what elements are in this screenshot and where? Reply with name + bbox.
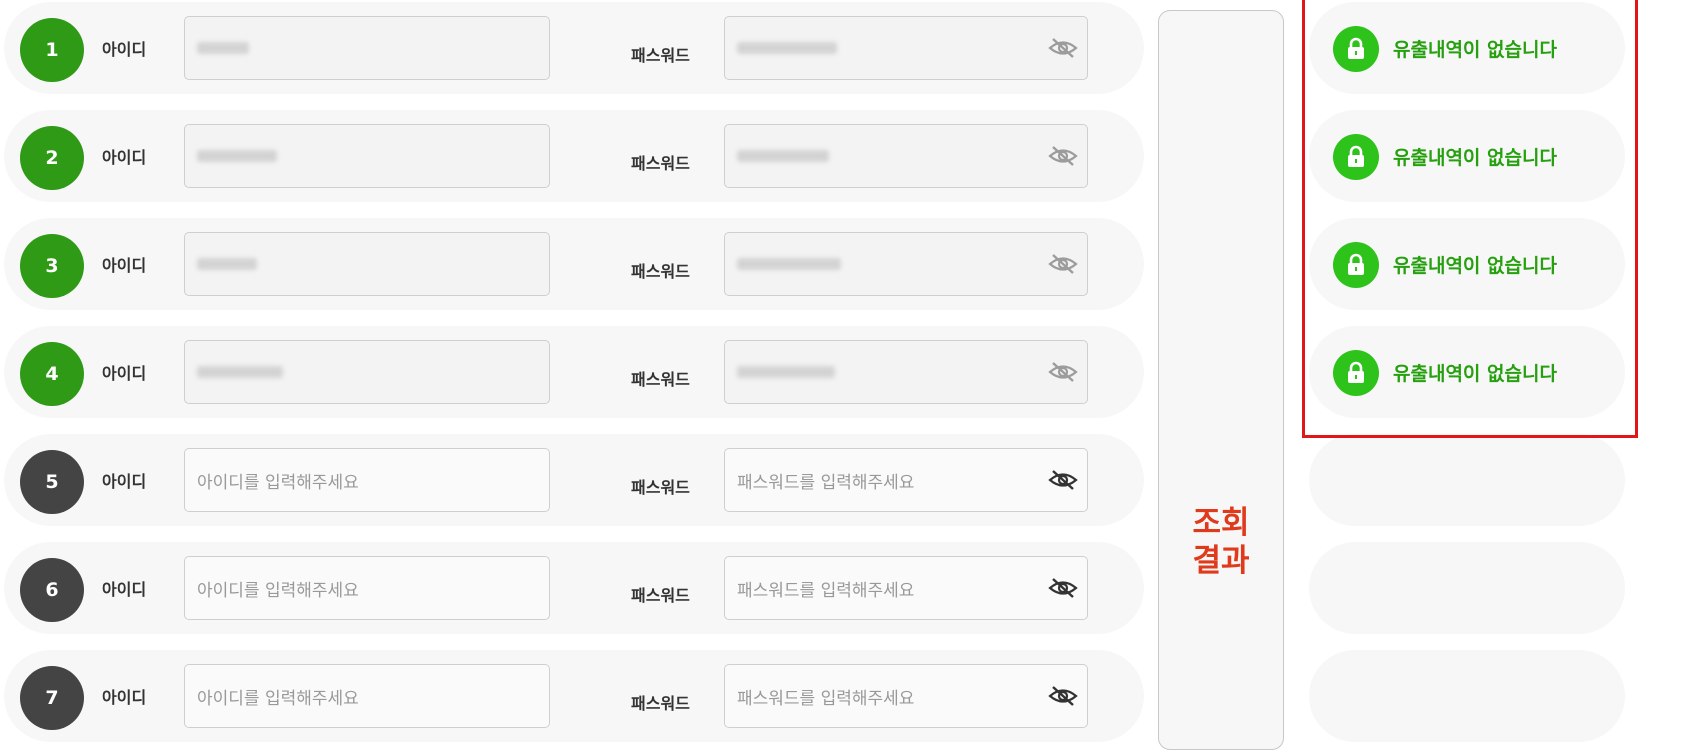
eye-slash-icon[interactable] <box>1046 576 1080 600</box>
result-pill: 유출내역이 없습니다 <box>1309 2 1625 94</box>
result-pill-empty <box>1309 434 1625 526</box>
id-input[interactable]: 아이디를 입력해주세요 <box>184 556 550 620</box>
password-label: 패스워드 <box>631 370 690 389</box>
row-number-badge: 4 <box>20 342 84 406</box>
result-text: 유출내역이 없습니다 <box>1393 147 1557 169</box>
id-input[interactable] <box>184 16 550 80</box>
password-input[interactable]: 패스워드를 입력해주세요 <box>724 556 1088 620</box>
password-input[interactable] <box>724 232 1088 296</box>
result-text: 유출내역이 없습니다 <box>1393 363 1557 385</box>
password-label: 패스워드 <box>631 154 690 173</box>
password-input[interactable]: 패스워드를 입력해주세요 <box>724 664 1088 728</box>
row-number-badge: 2 <box>20 126 84 190</box>
id-label: 아이디 <box>102 580 147 599</box>
id-label: 아이디 <box>102 688 147 707</box>
password-label: 패스워드 <box>631 694 690 713</box>
result-pill-empty <box>1309 542 1625 634</box>
account-row: 7 아이디 아이디를 입력해주세요 패스워드 패스워드를 입력해주세요 <box>4 650 1144 742</box>
row-number-badge: 5 <box>20 450 84 514</box>
password-input[interactable] <box>724 124 1088 188</box>
password-label: 패스워드 <box>631 586 690 605</box>
lock-icon <box>1333 242 1379 288</box>
result-pill-empty <box>1309 650 1625 742</box>
eye-slash-icon[interactable] <box>1046 252 1080 276</box>
account-row: 3 아이디 패스워드 <box>4 218 1144 310</box>
result-pill: 유출내역이 없습니다 <box>1309 110 1625 202</box>
result-pill: 유출내역이 없습니다 <box>1309 218 1625 310</box>
view-results-button[interactable]: 조회 결과 <box>1158 10 1284 750</box>
result-text: 유출내역이 없습니다 <box>1393 39 1557 61</box>
id-input[interactable] <box>184 232 550 296</box>
id-input[interactable]: 아이디를 입력해주세요 <box>184 448 550 512</box>
account-row: 1 아이디 패스워드 <box>4 2 1144 94</box>
eye-slash-icon[interactable] <box>1046 360 1080 384</box>
password-label: 패스워드 <box>631 262 690 281</box>
result-text: 유출내역이 없습니다 <box>1393 255 1557 277</box>
id-input[interactable] <box>184 124 550 188</box>
row-number-badge: 7 <box>20 666 84 730</box>
eye-slash-icon[interactable] <box>1046 144 1080 168</box>
eye-slash-icon[interactable] <box>1046 468 1080 492</box>
eye-slash-icon[interactable] <box>1046 684 1080 708</box>
password-input[interactable]: 패스워드를 입력해주세요 <box>724 448 1088 512</box>
id-label: 아이디 <box>102 256 147 275</box>
result-pill: 유출내역이 없습니다 <box>1309 326 1625 418</box>
account-row: 4 아이디 패스워드 <box>4 326 1144 418</box>
account-row: 5 아이디 아이디를 입력해주세요 패스워드 패스워드를 입력해주세요 <box>4 434 1144 526</box>
id-label: 아이디 <box>102 40 147 59</box>
eye-slash-icon[interactable] <box>1046 36 1080 60</box>
id-input[interactable]: 아이디를 입력해주세요 <box>184 664 550 728</box>
account-row: 2 아이디 패스워드 <box>4 110 1144 202</box>
id-label: 아이디 <box>102 148 147 167</box>
account-row: 6 아이디 아이디를 입력해주세요 패스워드 패스워드를 입력해주세요 <box>4 542 1144 634</box>
view-results-label: 조회 결과 <box>1192 505 1250 579</box>
lock-icon <box>1333 350 1379 396</box>
lock-icon <box>1333 134 1379 180</box>
password-input[interactable] <box>724 340 1088 404</box>
id-label: 아이디 <box>102 364 147 383</box>
id-input[interactable] <box>184 340 550 404</box>
row-number-badge: 6 <box>20 558 84 622</box>
password-label: 패스워드 <box>631 46 690 65</box>
row-number-badge: 1 <box>20 18 84 82</box>
row-number-badge: 3 <box>20 234 84 298</box>
id-label: 아이디 <box>102 472 147 491</box>
lock-icon <box>1333 26 1379 72</box>
password-input[interactable] <box>724 16 1088 80</box>
password-label: 패스워드 <box>631 478 690 497</box>
